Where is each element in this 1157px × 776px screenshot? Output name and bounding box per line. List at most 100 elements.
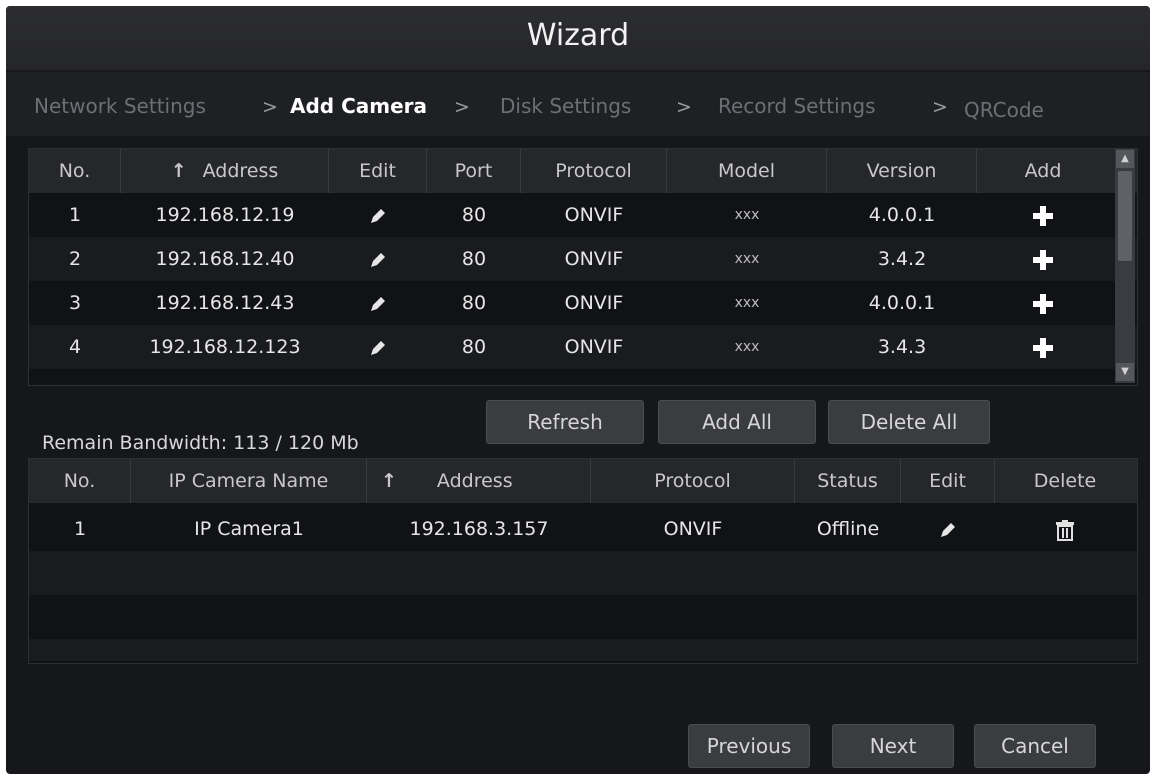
cell-protocol: ONVIF bbox=[564, 248, 624, 270]
step-separator: > bbox=[454, 96, 470, 118]
cell-address: 192.168.12.40 bbox=[155, 248, 295, 270]
cell-model: xxx bbox=[734, 251, 760, 267]
pencil-icon bbox=[371, 340, 385, 355]
step-network-settings[interactable]: Network Settings bbox=[34, 94, 206, 118]
col-delete: Delete bbox=[1033, 470, 1097, 492]
edit-button[interactable] bbox=[901, 507, 995, 551]
add-all-button[interactable]: Add All bbox=[658, 400, 816, 444]
plus-icon bbox=[1033, 249, 1053, 270]
pencil-icon bbox=[941, 522, 955, 537]
added-camera-table: No. IP Camera Name ↑ Address Protocol Sta… bbox=[28, 458, 1138, 664]
col-status[interactable]: Status bbox=[795, 459, 901, 503]
plus-icon bbox=[1033, 337, 1053, 358]
col-address-label: Address bbox=[202, 160, 279, 182]
remain-bandwidth: Remain Bandwidth: 113 / 120 Mb bbox=[42, 432, 359, 454]
add-camera-button[interactable] bbox=[977, 193, 1109, 237]
table-header: No. ↑ Address Edit Port Protocol Model Ve… bbox=[29, 149, 1137, 193]
cell-protocol: ONVIF bbox=[564, 292, 624, 314]
col-no[interactable]: No. bbox=[29, 149, 121, 193]
col-no[interactable]: No. bbox=[29, 459, 131, 503]
cell-no: 2 bbox=[68, 248, 82, 270]
previous-button[interactable]: Previous bbox=[688, 724, 810, 768]
table-row[interactable]: 1 192.168.12.19 80 ONVIF xxx 4.0.0.1 bbox=[29, 193, 1137, 237]
col-edit: Edit bbox=[901, 459, 995, 503]
col-model[interactable]: Model bbox=[667, 149, 827, 193]
cell-no: 1 bbox=[68, 204, 82, 226]
cell-protocol: ONVIF bbox=[564, 336, 624, 358]
cell-camera-name: IP Camera1 bbox=[194, 518, 304, 540]
col-protocol[interactable]: Protocol bbox=[521, 149, 667, 193]
edit-button[interactable] bbox=[329, 325, 427, 369]
cell-status: Offline bbox=[816, 518, 880, 540]
col-add: Add bbox=[1024, 160, 1062, 182]
cell-version: 4.0.0.1 bbox=[868, 204, 936, 226]
step-separator: > bbox=[932, 96, 948, 118]
col-address[interactable]: ↑ Address bbox=[121, 149, 329, 193]
cell-model: xxx bbox=[734, 295, 760, 311]
cell-version: 3.4.2 bbox=[877, 248, 927, 270]
table-row[interactable]: 3 192.168.12.43 80 ONVIF xxx 4.0.0.1 bbox=[29, 281, 1137, 325]
sort-arrow-icon: ↑ bbox=[381, 470, 397, 492]
step-record-settings[interactable]: Record Settings bbox=[718, 94, 876, 118]
cell-no: 4 bbox=[68, 336, 82, 358]
scrollbar-thumb[interactable] bbox=[1118, 171, 1132, 261]
cell-version: 3.4.3 bbox=[877, 336, 927, 358]
sort-arrow-icon: ↑ bbox=[170, 160, 187, 182]
table-row[interactable]: 4 192.168.12.123 80 ONVIF xxx 3.4.3 bbox=[29, 325, 1137, 369]
edit-button[interactable] bbox=[329, 193, 427, 237]
empty-row bbox=[29, 551, 1137, 595]
wizard-steps: Network Settings > Add Camera > Disk Set… bbox=[6, 72, 1150, 136]
cell-model: xxx bbox=[734, 207, 760, 223]
step-disk-settings[interactable]: Disk Settings bbox=[500, 94, 631, 118]
window-title: Wizard bbox=[526, 18, 630, 53]
cell-address: 192.168.3.157 bbox=[409, 518, 549, 540]
empty-row bbox=[29, 595, 1137, 639]
col-port[interactable]: Port bbox=[427, 149, 521, 193]
wizard-window: Wizard Network Settings > Add Camera > D… bbox=[6, 6, 1150, 774]
cell-version: 4.0.0.1 bbox=[868, 292, 936, 314]
trash-icon bbox=[1056, 519, 1074, 541]
col-protocol[interactable]: Protocol bbox=[591, 459, 795, 503]
col-ip-camera-name[interactable]: IP Camera Name bbox=[131, 459, 367, 503]
next-button[interactable]: Next bbox=[832, 724, 954, 768]
cell-protocol: ONVIF bbox=[663, 518, 723, 540]
refresh-button[interactable]: Refresh bbox=[486, 400, 644, 444]
cell-no: 3 bbox=[68, 292, 82, 314]
empty-row bbox=[29, 639, 1137, 661]
scroll-down-icon[interactable]: ▼ bbox=[1116, 363, 1134, 381]
plus-icon bbox=[1033, 205, 1053, 226]
pencil-icon bbox=[371, 296, 385, 311]
col-edit: Edit bbox=[329, 149, 427, 193]
cell-port: 80 bbox=[461, 336, 487, 358]
table-row[interactable]: 1 IP Camera1 192.168.3.157 ONVIF Offline bbox=[29, 507, 1137, 551]
cancel-button[interactable]: Cancel bbox=[974, 724, 1096, 768]
step-separator: > bbox=[676, 96, 692, 118]
delete-all-button[interactable]: Delete All bbox=[828, 400, 990, 444]
title-bar: Wizard bbox=[6, 6, 1150, 70]
col-version[interactable]: Version bbox=[827, 149, 977, 193]
delete-button[interactable] bbox=[995, 507, 1135, 551]
add-camera-button[interactable] bbox=[977, 325, 1109, 369]
cell-address: 192.168.12.123 bbox=[149, 336, 301, 358]
pencil-icon bbox=[371, 252, 385, 267]
cell-no: 1 bbox=[73, 518, 87, 540]
vertical-scrollbar[interactable]: ▲ ▼ bbox=[1115, 149, 1135, 383]
col-address[interactable]: ↑ Address bbox=[367, 459, 591, 503]
cell-port: 80 bbox=[461, 292, 487, 314]
cell-port: 80 bbox=[461, 204, 487, 226]
cell-model: xxx bbox=[734, 339, 760, 355]
cell-port: 80 bbox=[461, 248, 487, 270]
step-add-camera[interactable]: Add Camera bbox=[290, 94, 427, 118]
col-address-label: Address bbox=[436, 470, 513, 492]
plus-icon bbox=[1033, 293, 1053, 314]
add-camera-button[interactable] bbox=[977, 237, 1109, 281]
step-qrcode[interactable]: QRCode bbox=[964, 98, 1044, 122]
pencil-icon bbox=[371, 208, 385, 223]
cell-protocol: ONVIF bbox=[564, 204, 624, 226]
table-row[interactable]: 2 192.168.12.40 80 ONVIF xxx 3.4.2 bbox=[29, 237, 1137, 281]
add-camera-button[interactable] bbox=[977, 281, 1109, 325]
search-camera-table: No. ↑ Address Edit Port Protocol Model Ve… bbox=[28, 148, 1138, 386]
edit-button[interactable] bbox=[329, 237, 427, 281]
edit-button[interactable] bbox=[329, 281, 427, 325]
scroll-up-icon[interactable]: ▲ bbox=[1116, 150, 1134, 168]
